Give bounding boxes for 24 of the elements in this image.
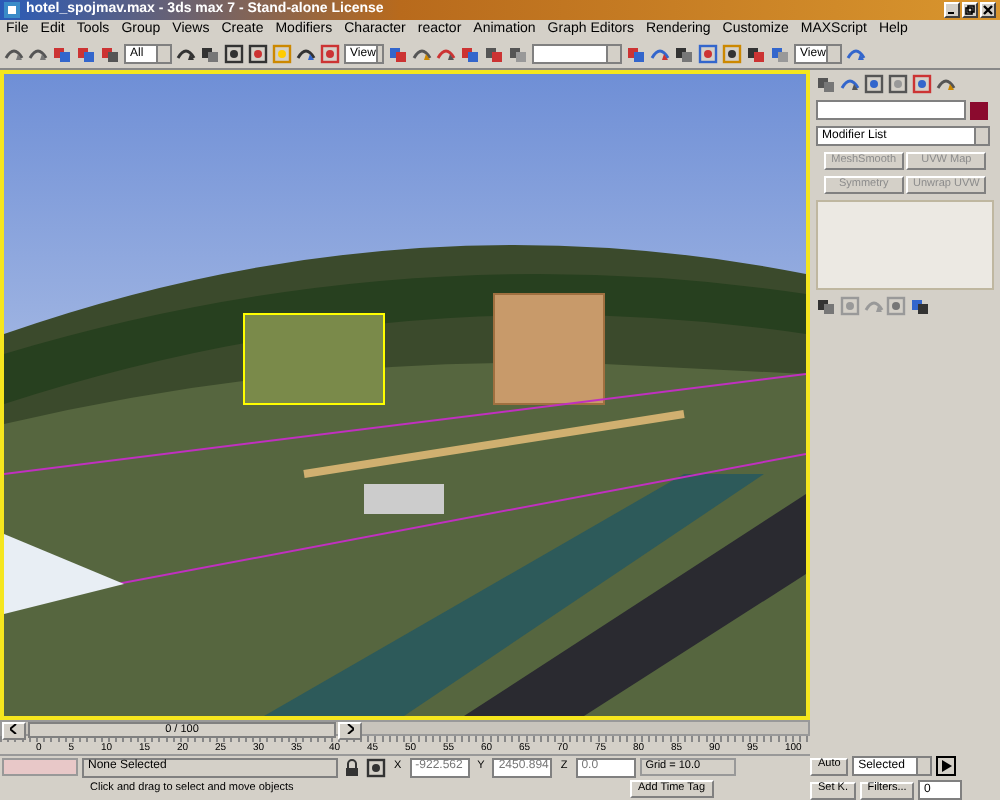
minimize-button[interactable] <box>944 2 960 18</box>
toolbar-icon[interactable] <box>296 44 316 64</box>
panel-tab-icon[interactable] <box>888 74 908 94</box>
toolbar-icon[interactable] <box>698 44 718 64</box>
play-icon[interactable] <box>935 756 956 776</box>
panel-tab-icon[interactable] <box>936 74 956 94</box>
stack-tool-icon[interactable] <box>816 296 836 316</box>
next-frame-button[interactable] <box>338 721 362 739</box>
app-logo-icon <box>4 2 20 18</box>
toolbar-icon[interactable] <box>248 44 268 64</box>
toolbar-icon[interactable] <box>722 44 742 64</box>
named-selection-dropdown[interactable] <box>532 44 622 64</box>
previous-frame-button[interactable] <box>2 721 26 739</box>
panel-tab-icon[interactable] <box>864 74 884 94</box>
toolbar-icon[interactable] <box>224 44 244 64</box>
stack-tool-icon[interactable] <box>910 296 930 316</box>
close-button[interactable] <box>980 2 996 18</box>
close-icon <box>982 4 994 16</box>
object-name-field[interactable] <box>816 100 966 120</box>
color-swatch[interactable] <box>969 101 988 119</box>
restore-button[interactable] <box>962 2 978 18</box>
restore-icon <box>964 4 976 16</box>
lock-icon[interactable] <box>342 757 362 777</box>
panel-tab-icon[interactable] <box>912 74 932 94</box>
